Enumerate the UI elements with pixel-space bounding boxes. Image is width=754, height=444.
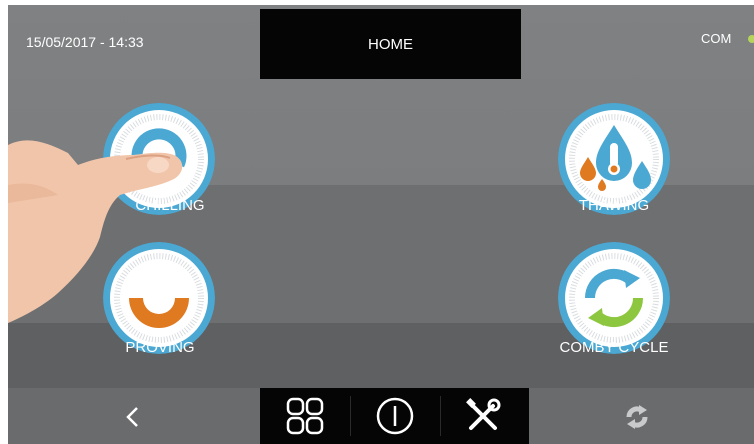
grid-menu-icon xyxy=(286,397,324,435)
back-chevron-icon xyxy=(126,407,138,427)
date-time: 15/05/2017 - 14:33 xyxy=(26,34,144,50)
comby-cycle-button[interactable] xyxy=(558,242,670,354)
refresh-button[interactable] xyxy=(620,400,654,434)
com-status-indicator xyxy=(748,35,754,43)
nav-divider xyxy=(350,396,351,436)
com-status-label: COM xyxy=(701,31,732,46)
proving-button[interactable] xyxy=(103,242,215,354)
nav-divider xyxy=(440,396,441,436)
chilling-label: CHILLING xyxy=(135,197,205,214)
back-button[interactable] xyxy=(116,400,150,434)
power-button[interactable] xyxy=(370,396,420,436)
comby-cycle-label: COMBY CYCLE xyxy=(559,339,669,356)
title-bar: HOME xyxy=(260,9,521,79)
power-icon xyxy=(376,397,414,435)
menu-button[interactable] xyxy=(280,396,330,436)
thawing-label: THAWING xyxy=(578,197,650,214)
proving-label: PROVING xyxy=(125,339,195,356)
cycle-arrows-icon xyxy=(558,242,670,354)
home-screen: 15/05/2017 - 14:33 HOME COM CHILLING THA… xyxy=(8,5,754,444)
page-title: HOME xyxy=(368,35,413,53)
settings-button[interactable] xyxy=(458,396,508,436)
tools-icon xyxy=(466,398,501,430)
main-nav xyxy=(260,388,529,444)
refresh-icon xyxy=(626,405,648,429)
dough-arc-icon xyxy=(103,242,215,354)
